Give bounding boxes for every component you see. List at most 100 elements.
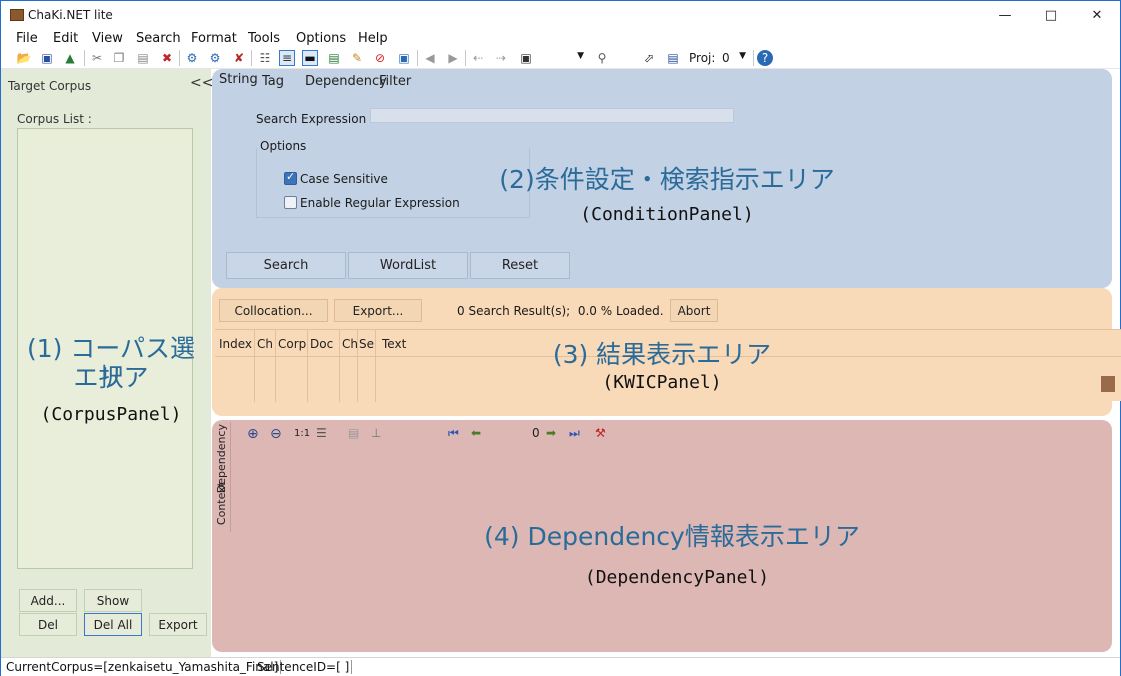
edit-icon[interactable]: ✎	[349, 50, 365, 66]
dependency-side-tabs: Context Dependency	[215, 422, 231, 532]
arrow-icon[interactable]: ⬀	[641, 50, 657, 66]
column-se[interactable]: Se	[358, 330, 376, 402]
minimize-button[interactable]: —	[982, 1, 1028, 30]
kwic-export-button[interactable]: Export...	[334, 299, 422, 322]
clear-icon[interactable]: ✘	[231, 50, 247, 66]
column-ch2[interactable]: Ch	[340, 330, 358, 402]
zoom-input[interactable]	[615, 49, 637, 67]
tab-filter[interactable]: Filter	[379, 74, 411, 89]
tab-dependency[interactable]: Dependency	[305, 74, 387, 89]
align-left-icon[interactable]: ≡	[279, 50, 295, 66]
search-expression-label: Search Expression	[256, 112, 367, 126]
tab-tag[interactable]: Tag	[262, 74, 284, 89]
column-ch[interactable]: Ch	[255, 330, 276, 402]
column-header: Doc	[310, 337, 334, 351]
menu-help[interactable]: Help	[358, 31, 388, 46]
settings-tool-icon[interactable]: ⚒	[595, 426, 606, 440]
import-icon[interactable]: ▲	[62, 50, 78, 66]
corpus-panel: Target Corpus << Corpus List : Add... Sh…	[1, 69, 213, 657]
layout-icon[interactable]: ☷	[257, 50, 273, 66]
history-back-icon[interactable]: ⇠	[470, 50, 486, 66]
column-header: Ch	[342, 337, 358, 351]
first-sentence-icon[interactable]: ⏮	[448, 426, 459, 441]
condition-overlay-name: (ConditionPanel)	[580, 204, 754, 225]
del-all-button[interactable]: Del All	[84, 613, 142, 636]
corpus-tools-icon[interactable]: ⚙	[207, 50, 223, 66]
copy-tree-icon[interactable]: ▤	[348, 426, 359, 440]
toolbar-separator	[84, 50, 85, 66]
copy-icon[interactable]: ❐	[111, 50, 127, 66]
scrollbar-thumb[interactable]	[1101, 376, 1115, 392]
kwic-panel: Collocation... Export... 0 Search Result…	[212, 288, 1121, 416]
abort-button[interactable]: Abort	[670, 299, 718, 322]
find-icon[interactable]: ⚲	[594, 50, 610, 66]
help-icon[interactable]: ?	[757, 50, 773, 66]
search-history-dropdown[interactable]: ▼	[540, 49, 588, 67]
history-forward-icon[interactable]: ⇢	[493, 50, 509, 66]
menu-format[interactable]: Format	[191, 31, 237, 46]
menu-file[interactable]: File	[16, 31, 38, 46]
del-button[interactable]: Del	[19, 613, 77, 636]
open-folder-icon[interactable]: 📂	[16, 50, 32, 66]
tree-node-icon[interactable]: ⊥	[371, 426, 381, 440]
zoom-reset-label[interactable]: 1:1	[294, 428, 310, 439]
app-icon	[10, 9, 24, 21]
case-sensitive-checkbox[interactable]: ✓	[284, 170, 297, 185]
menu-options[interactable]: Options	[296, 31, 346, 46]
save-search-icon[interactable]: ▣	[518, 50, 534, 66]
delete-icon[interactable]: ✖	[159, 50, 175, 66]
toolbar-separator	[251, 50, 252, 66]
paste-icon[interactable]: ▤	[135, 50, 151, 66]
save-icon[interactable]: ▣	[39, 50, 55, 66]
tree-layout-icon[interactable]: ☰	[316, 426, 327, 440]
collapse-panel-icon[interactable]: <<	[190, 75, 213, 91]
tab-dependency-view[interactable]: Dependency	[215, 424, 228, 493]
align-center-icon[interactable]: ▬	[302, 50, 318, 66]
close-button[interactable]: ✕	[1074, 1, 1120, 30]
export-button[interactable]: Export	[149, 613, 207, 636]
sentence-counter: 0	[532, 426, 540, 440]
chevron-down-icon: ▼	[577, 51, 584, 61]
wordlist-button[interactable]: WordList	[348, 252, 468, 279]
current-corpus-status: CurrentCorpus=[zenkaisetu_Yamashita_Fina…	[4, 660, 282, 674]
window-icon[interactable]: ▣	[396, 50, 412, 66]
window-title: ChaKi.NET lite	[28, 8, 113, 22]
back-icon[interactable]: ◀	[422, 50, 438, 66]
dependency-overlay-name: (DependencyPanel)	[584, 567, 770, 588]
condition-overlay-title: (2)条件設定・検索指示エリア	[499, 165, 835, 194]
menu-view[interactable]: View	[92, 31, 123, 46]
collocation-button[interactable]: Collocation...	[219, 299, 328, 322]
prev-sentence-icon[interactable]: ⬅	[471, 426, 481, 440]
document-icon[interactable]: ▤	[326, 50, 342, 66]
check-icon: ✓	[286, 170, 296, 183]
menu-tools[interactable]: Tools	[248, 31, 280, 46]
search-button[interactable]: Search	[226, 252, 346, 279]
search-expression-input[interactable]	[370, 108, 734, 123]
dependency-overlay-title: (4) Dependency情報表示エリア	[484, 522, 860, 551]
stop-icon[interactable]: ⊘	[372, 50, 388, 66]
show-button[interactable]: Show	[84, 589, 142, 612]
column-corp[interactable]: Corp	[276, 330, 308, 402]
last-sentence-icon[interactable]: ⏭	[569, 426, 580, 441]
forward-icon[interactable]: ▶	[445, 50, 461, 66]
cut-icon[interactable]: ✂	[89, 50, 105, 66]
corpus-overlay-title-2: エリア	[73, 363, 149, 392]
reset-button[interactable]: Reset	[470, 252, 570, 279]
corpus-panel-title: Target Corpus	[8, 79, 92, 93]
zoom-out-icon[interactable]: ⊖	[270, 426, 282, 442]
add-button[interactable]: Add...	[19, 589, 77, 612]
proj-select[interactable]: 0 ▼	[717, 49, 749, 67]
column-doc[interactable]: Doc	[308, 330, 340, 402]
menu-edit[interactable]: Edit	[53, 31, 78, 46]
maximize-button[interactable]: □	[1028, 1, 1074, 30]
search-result-status: 0 Search Result(s); 0.0 % Loaded.	[457, 304, 664, 318]
dependency-panel: Context Dependency ⊕ ⊖ 1:1 ☰ ▤ ⊥ ⏮ ⬅ 0 ➡…	[212, 420, 1112, 652]
zoom-in-icon[interactable]: ⊕	[247, 426, 259, 442]
project-icon[interactable]: ▤	[665, 50, 681, 66]
menu-search[interactable]: Search	[136, 31, 181, 46]
tab-string[interactable]: String	[219, 72, 258, 87]
search-tools-icon[interactable]: ⚙	[184, 50, 200, 66]
column-index[interactable]: Index	[215, 330, 255, 402]
enable-regex-checkbox[interactable]	[284, 196, 297, 209]
next-sentence-icon[interactable]: ➡	[546, 426, 556, 440]
